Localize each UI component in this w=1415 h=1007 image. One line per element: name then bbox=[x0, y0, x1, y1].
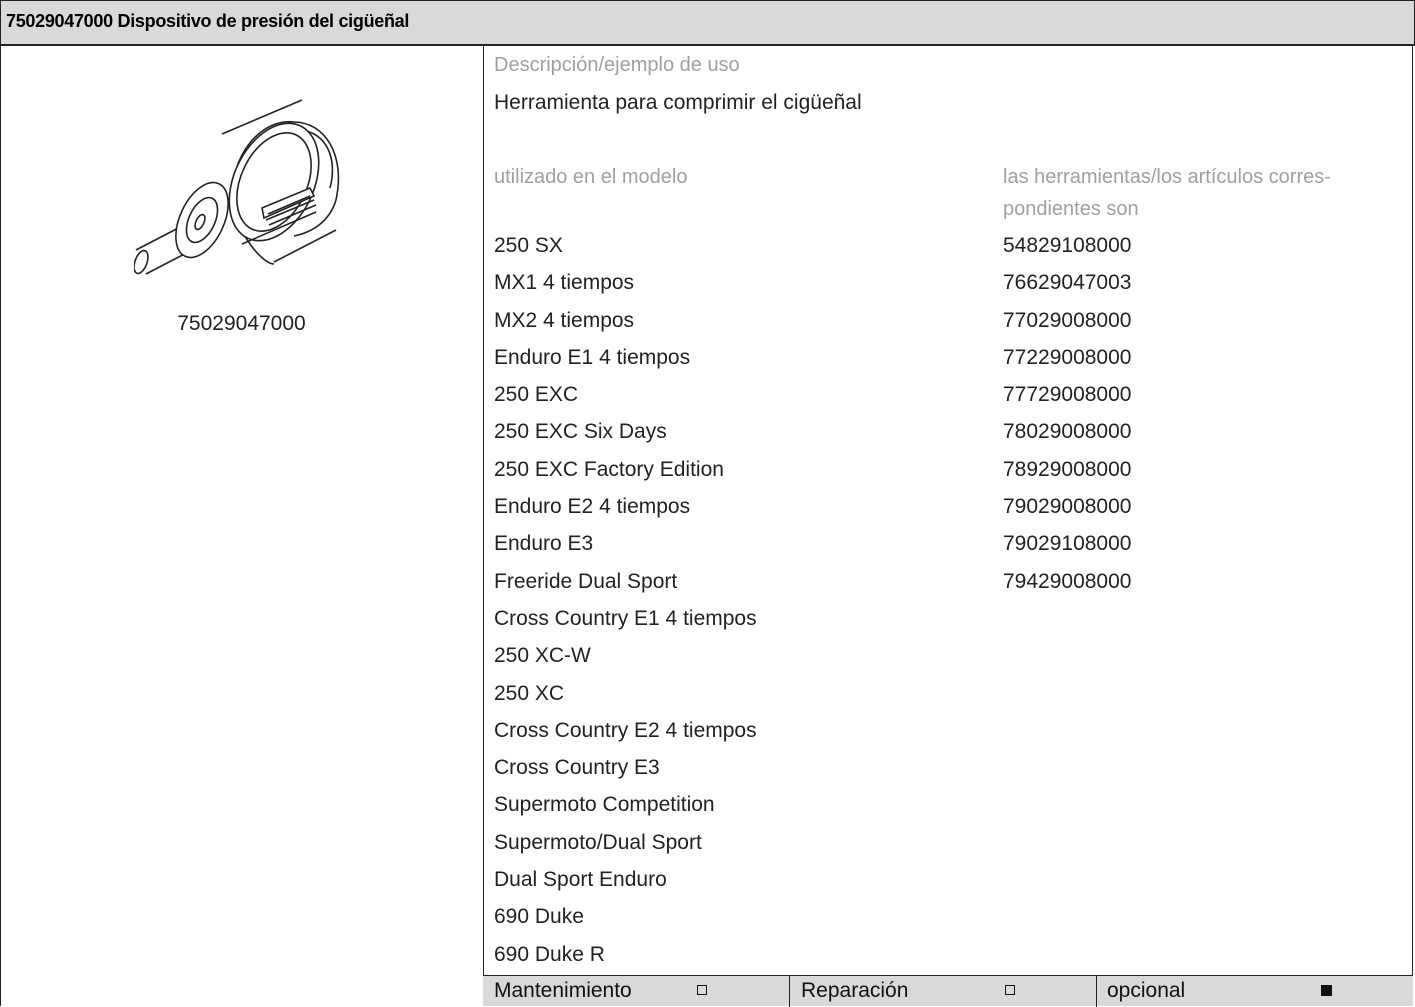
list-item: 250 SX bbox=[494, 234, 563, 257]
list-item: 79029008000 bbox=[1003, 495, 1132, 519]
page-title: 75029047000 Dispositivo de presión del c… bbox=[6, 11, 410, 31]
list-item: MX2 4 tiempos bbox=[494, 308, 635, 332]
list-item: Cross Country E2 4 tiempos bbox=[494, 718, 757, 742]
list-item: 54829108000 bbox=[1003, 234, 1132, 257]
optional-label: opcional bbox=[1107, 979, 1186, 1002]
list-item: Supermoto Competition bbox=[494, 793, 715, 817]
list-item: 79029108000 bbox=[1003, 532, 1132, 556]
usage-category-footer: Mantenimiento Reparación opcional bbox=[483, 975, 1413, 1007]
list-item: 250 XC bbox=[494, 681, 565, 705]
list-item: 690 Duke bbox=[494, 905, 584, 929]
optional-checkbox bbox=[1321, 985, 1332, 996]
footer-divider bbox=[789, 976, 790, 1007]
list-item: Supermoto/Dual Sport bbox=[494, 830, 702, 854]
list-item: 250 EXC Factory Edition bbox=[494, 457, 724, 481]
maintenance-checkbox bbox=[697, 985, 707, 995]
list-item: 77029008000 bbox=[1003, 308, 1132, 332]
parts-label-line1: las herramientas/los artículos corres- bbox=[1003, 166, 1331, 188]
list-item: Dual Sport Enduro bbox=[494, 868, 667, 892]
list-item: 78029008000 bbox=[1003, 420, 1132, 444]
repair-label: Reparación bbox=[801, 979, 909, 1002]
title-bar: 75029047000 Dispositivo de presión del c… bbox=[0, 0, 1415, 46]
list-item: Cross Country E1 4 tiempos bbox=[494, 606, 757, 630]
list-item: 250 EXC Six Days bbox=[494, 420, 667, 444]
footer-divider bbox=[1096, 976, 1097, 1007]
list-item: Enduro E1 4 tiempos bbox=[494, 345, 691, 369]
list-item: 250 EXC bbox=[494, 383, 579, 407]
column-divider bbox=[483, 46, 484, 1006]
list-item: MX1 4 tiempos bbox=[494, 271, 635, 295]
list-item: 690 Duke R bbox=[494, 942, 605, 966]
parts-label-line2: pondientes son bbox=[1003, 198, 1139, 220]
list-item: 250 XC-W bbox=[494, 644, 591, 668]
list-item: Enduro E3 bbox=[494, 532, 594, 556]
repair-checkbox bbox=[1005, 985, 1015, 995]
model-list: 250 SX MX1 4 tiempos MX2 4 tiempos Endur… bbox=[494, 227, 757, 973]
list-item: 77229008000 bbox=[1003, 345, 1132, 369]
crankshaft-press-tool-illustration bbox=[134, 99, 340, 275]
list-item: Freeride Dual Sport bbox=[494, 569, 678, 593]
maintenance-label: Mantenimiento bbox=[494, 979, 632, 1002]
list-item: Enduro E2 4 tiempos bbox=[494, 495, 691, 519]
list-item: Cross Country E3 bbox=[494, 756, 660, 780]
list-item: 77729008000 bbox=[1003, 383, 1132, 407]
list-item: 79429008000 bbox=[1003, 569, 1132, 593]
list-item: 78929008000 bbox=[1003, 457, 1132, 481]
models-label: utilizado en el modelo bbox=[494, 166, 688, 188]
description-label: Descripción/ejemplo de uso bbox=[494, 54, 740, 76]
list-item: 76629047003 bbox=[1003, 271, 1132, 295]
tool-part-number-caption: 75029047000 bbox=[177, 312, 306, 335]
part-number-list: 54829108000 76629047003 77029008000 7722… bbox=[1003, 227, 1131, 600]
description-text: Herramienta para comprimir el cigüeñal bbox=[494, 91, 862, 114]
